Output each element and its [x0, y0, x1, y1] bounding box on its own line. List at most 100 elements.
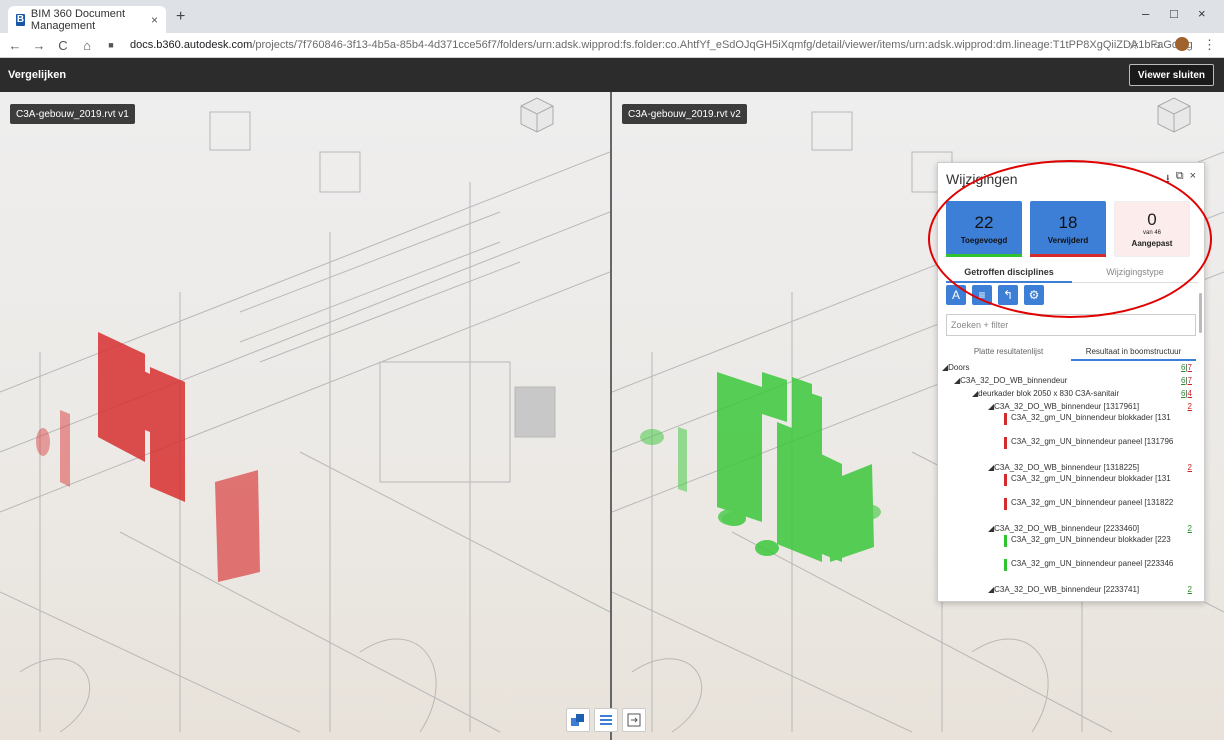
tree-node[interactable]: ◢Doors 6|7: [942, 361, 1194, 374]
tree-node[interactable]: ◢C3A_32_DO_WB_binnendeur 6|7: [942, 374, 1194, 387]
removed-count-card[interactable]: 18 Verwijderd: [1030, 201, 1106, 257]
modified-total: van 46: [1142, 230, 1161, 236]
bim360-favicon: B: [16, 13, 25, 26]
tab-disciplines[interactable]: Getroffen disciplines: [946, 267, 1072, 283]
close-viewer-button[interactable]: Viewer sluiten: [1128, 64, 1214, 86]
removed-marker: [1004, 474, 1007, 486]
removed-indicator: [1030, 254, 1106, 257]
tree-leaf-label: C3A_32_gm_UN_binnendeur blokkader [131: [1011, 413, 1171, 422]
tree-node-label: ◢C3A_32_DO_WB_binnendeur [1317961]: [988, 402, 1140, 411]
tree-node-label: ◢C3A_32_DO_WB_binnendeur [1318225]: [988, 463, 1140, 472]
tree-leaf-item[interactable]: C3A_32_gm_UN_binnendeur blokkader [223: [942, 535, 1194, 559]
changes-panel-title: Wijzigingen: [946, 171, 1018, 187]
url-field[interactable]: docs.b360.autodesk.com/projects/7f760846…: [130, 39, 1210, 51]
compare-mode-icon[interactable]: [566, 708, 590, 732]
model-sketch-left: [0, 111, 610, 733]
browser-tab-bar: B BIM 360 Document Management × + – □ ×: [0, 0, 1224, 33]
maximize-icon[interactable]: □: [1170, 6, 1178, 21]
tree-node[interactable]: ◢C3A_32_DO_WB_binnendeur [1318225] 2: [942, 461, 1194, 474]
structure-icon[interactable]: ≡: [972, 285, 992, 305]
star-icon[interactable]: ☆: [1127, 37, 1139, 53]
added-count: 22: [974, 213, 994, 232]
removed-marker: [1004, 498, 1007, 510]
tree-node-label: ◢Doors: [942, 363, 970, 372]
viewcube-icon[interactable]: [515, 92, 559, 136]
url-path: /projects/7f760846-3f13-4b5a-85b4-4d371c…: [252, 39, 1193, 51]
modified-count-card[interactable]: 0 van 46 Aangepast: [1114, 201, 1190, 257]
removed-elements-left: [36, 332, 260, 582]
tree-node[interactable]: ◢C3A_32_DO_WB_binnendeur [1317961] 2: [942, 400, 1194, 413]
tree-leaf-item[interactable]: C3A_32_gm_UN_binnendeur paneel [131822: [942, 498, 1194, 522]
tree-node-counts: 2: [1188, 402, 1192, 411]
plumbing-icon[interactable]: ↰: [998, 285, 1018, 305]
tab-flat-list[interactable]: Platte resultatenlijst: [946, 347, 1071, 361]
changes-tabs: Getroffen disciplines Wijzigingstype: [946, 267, 1198, 283]
exit-compare-icon[interactable]: [622, 708, 646, 732]
lock-icon: ■: [108, 40, 114, 50]
added-count-card[interactable]: 22 Toegevoegd: [946, 201, 1022, 257]
browser-tab[interactable]: B BIM 360 Document Management ×: [8, 6, 166, 33]
back-icon[interactable]: ←: [6, 38, 24, 53]
tree-leaf-item[interactable]: C3A_32_gm_UN_binnendeur blokkader [131: [942, 413, 1194, 437]
removed-label: Verwijderd: [1047, 236, 1089, 245]
reload-icon[interactable]: C: [54, 38, 72, 53]
added-indicator: [946, 254, 1022, 257]
tree-node-label: ◢C3A_32_DO_WB_binnendeur [2233741]: [988, 585, 1140, 594]
home-icon[interactable]: ⌂: [78, 38, 96, 53]
tree-leaf-item[interactable]: C3A_32_gm_UN_binnendeur paneel [223346: [942, 559, 1194, 583]
browser-actions: ☆ ○ ⋮: [1127, 37, 1216, 53]
page-title: Vergelijken: [8, 69, 67, 81]
tree-node-label: ◢deurkader blok 2050 x 830 C3A-sanitair: [972, 389, 1120, 398]
tree-node-counts: 2: [1188, 585, 1192, 594]
viewer-pane-left[interactable]: C3A-gebouw_2019.rvt v1: [0, 92, 610, 740]
undock-icon[interactable]: ⧉: [1176, 170, 1184, 189]
tab-title: BIM 360 Document Management: [30, 7, 126, 32]
removed-count: 18: [1058, 213, 1078, 232]
extension-icon[interactable]: ○: [1153, 37, 1161, 53]
tree-node-label: ◢C3A_32_DO_WB_binnendeur [2233460]: [988, 524, 1140, 533]
tree-node[interactable]: ◢C3A_32_DO_WB_binnendeur [2233460] 2: [942, 522, 1194, 535]
discipline-filters: A ≡ ↰ ⚙: [946, 285, 1044, 305]
download-icon[interactable]: ⭳: [1166, 170, 1170, 189]
changes-list-icon[interactable]: [594, 708, 618, 732]
panel-scrollbar[interactable]: [1199, 293, 1202, 333]
architecture-icon[interactable]: A: [946, 285, 966, 305]
added-marker: [1004, 559, 1007, 571]
removed-count: 2: [1187, 402, 1192, 411]
removed-count: 4: [1187, 389, 1192, 398]
avatar[interactable]: [1175, 37, 1189, 51]
forward-icon[interactable]: →: [30, 38, 48, 53]
removed-count: 7: [1187, 376, 1192, 385]
left-version-label: C3A-gebouw_2019.rvt v1: [10, 104, 135, 124]
tab-change-type[interactable]: Wijzigingstype: [1072, 267, 1198, 283]
minimize-icon[interactable]: –: [1142, 6, 1149, 21]
added-marker: [1004, 535, 1007, 547]
tab-close-icon[interactable]: ×: [151, 13, 158, 27]
tree-node[interactable]: ◢deurkader blok 2050 x 830 C3A-sanitair 6…: [942, 387, 1194, 400]
close-window-icon[interactable]: ×: [1198, 6, 1206, 21]
changes-panel-header: Wijzigingen ⭳ ⧉ ×: [938, 163, 1204, 195]
result-view-tabs: Platte resultatenlijst Resultaat in boom…: [946, 347, 1196, 361]
new-tab-button[interactable]: +: [176, 8, 185, 26]
app-header: Vergelijken Viewer sluiten: [0, 58, 1224, 92]
change-summary: 22 Toegevoegd 18 Verwijderd 0 van 46 Aan…: [946, 201, 1190, 257]
changes-panel: Wijzigingen ⭳ ⧉ × 22 Toegevoegd 18 Verwi…: [937, 162, 1205, 602]
removed-marker: [1004, 413, 1007, 425]
tree-node[interactable]: ◢C3A_32_DO_WB_binnendeur [2233741] 2: [942, 583, 1194, 596]
added-label: Toegevoegd: [960, 236, 1008, 245]
viewcube-icon[interactable]: [1152, 92, 1196, 136]
tree-leaf-item[interactable]: C3A_32_gm_UN_binnendeur paneel [131796: [942, 437, 1194, 461]
added-elements-right: [640, 372, 881, 562]
tree-leaf-label: C3A_32_gm_UN_binnendeur blokkader [223: [1011, 535, 1171, 544]
menu-icon[interactable]: ⋮: [1203, 37, 1216, 53]
tab-tree-view[interactable]: Resultaat in boomstructuur: [1071, 347, 1196, 361]
search-input[interactable]: Zoeken + filter: [946, 314, 1196, 336]
mechanical-icon[interactable]: ⚙: [1024, 285, 1044, 305]
removed-count: 7: [1187, 363, 1192, 372]
close-icon[interactable]: ×: [1190, 170, 1196, 189]
tree-leaf-label: C3A_32_gm_UN_binnendeur blokkader [131: [1011, 474, 1171, 483]
added-count: 2: [1187, 524, 1192, 533]
tree-node-counts: 6|7: [1181, 363, 1192, 372]
tree-leaf-item[interactable]: C3A_32_gm_UN_binnendeur blokkader [131: [942, 474, 1194, 498]
results-tree: ◢Doors 6|7 ◢C3A_32_DO_WB_binnendeur 6|7 ◢deu…: [942, 361, 1194, 599]
